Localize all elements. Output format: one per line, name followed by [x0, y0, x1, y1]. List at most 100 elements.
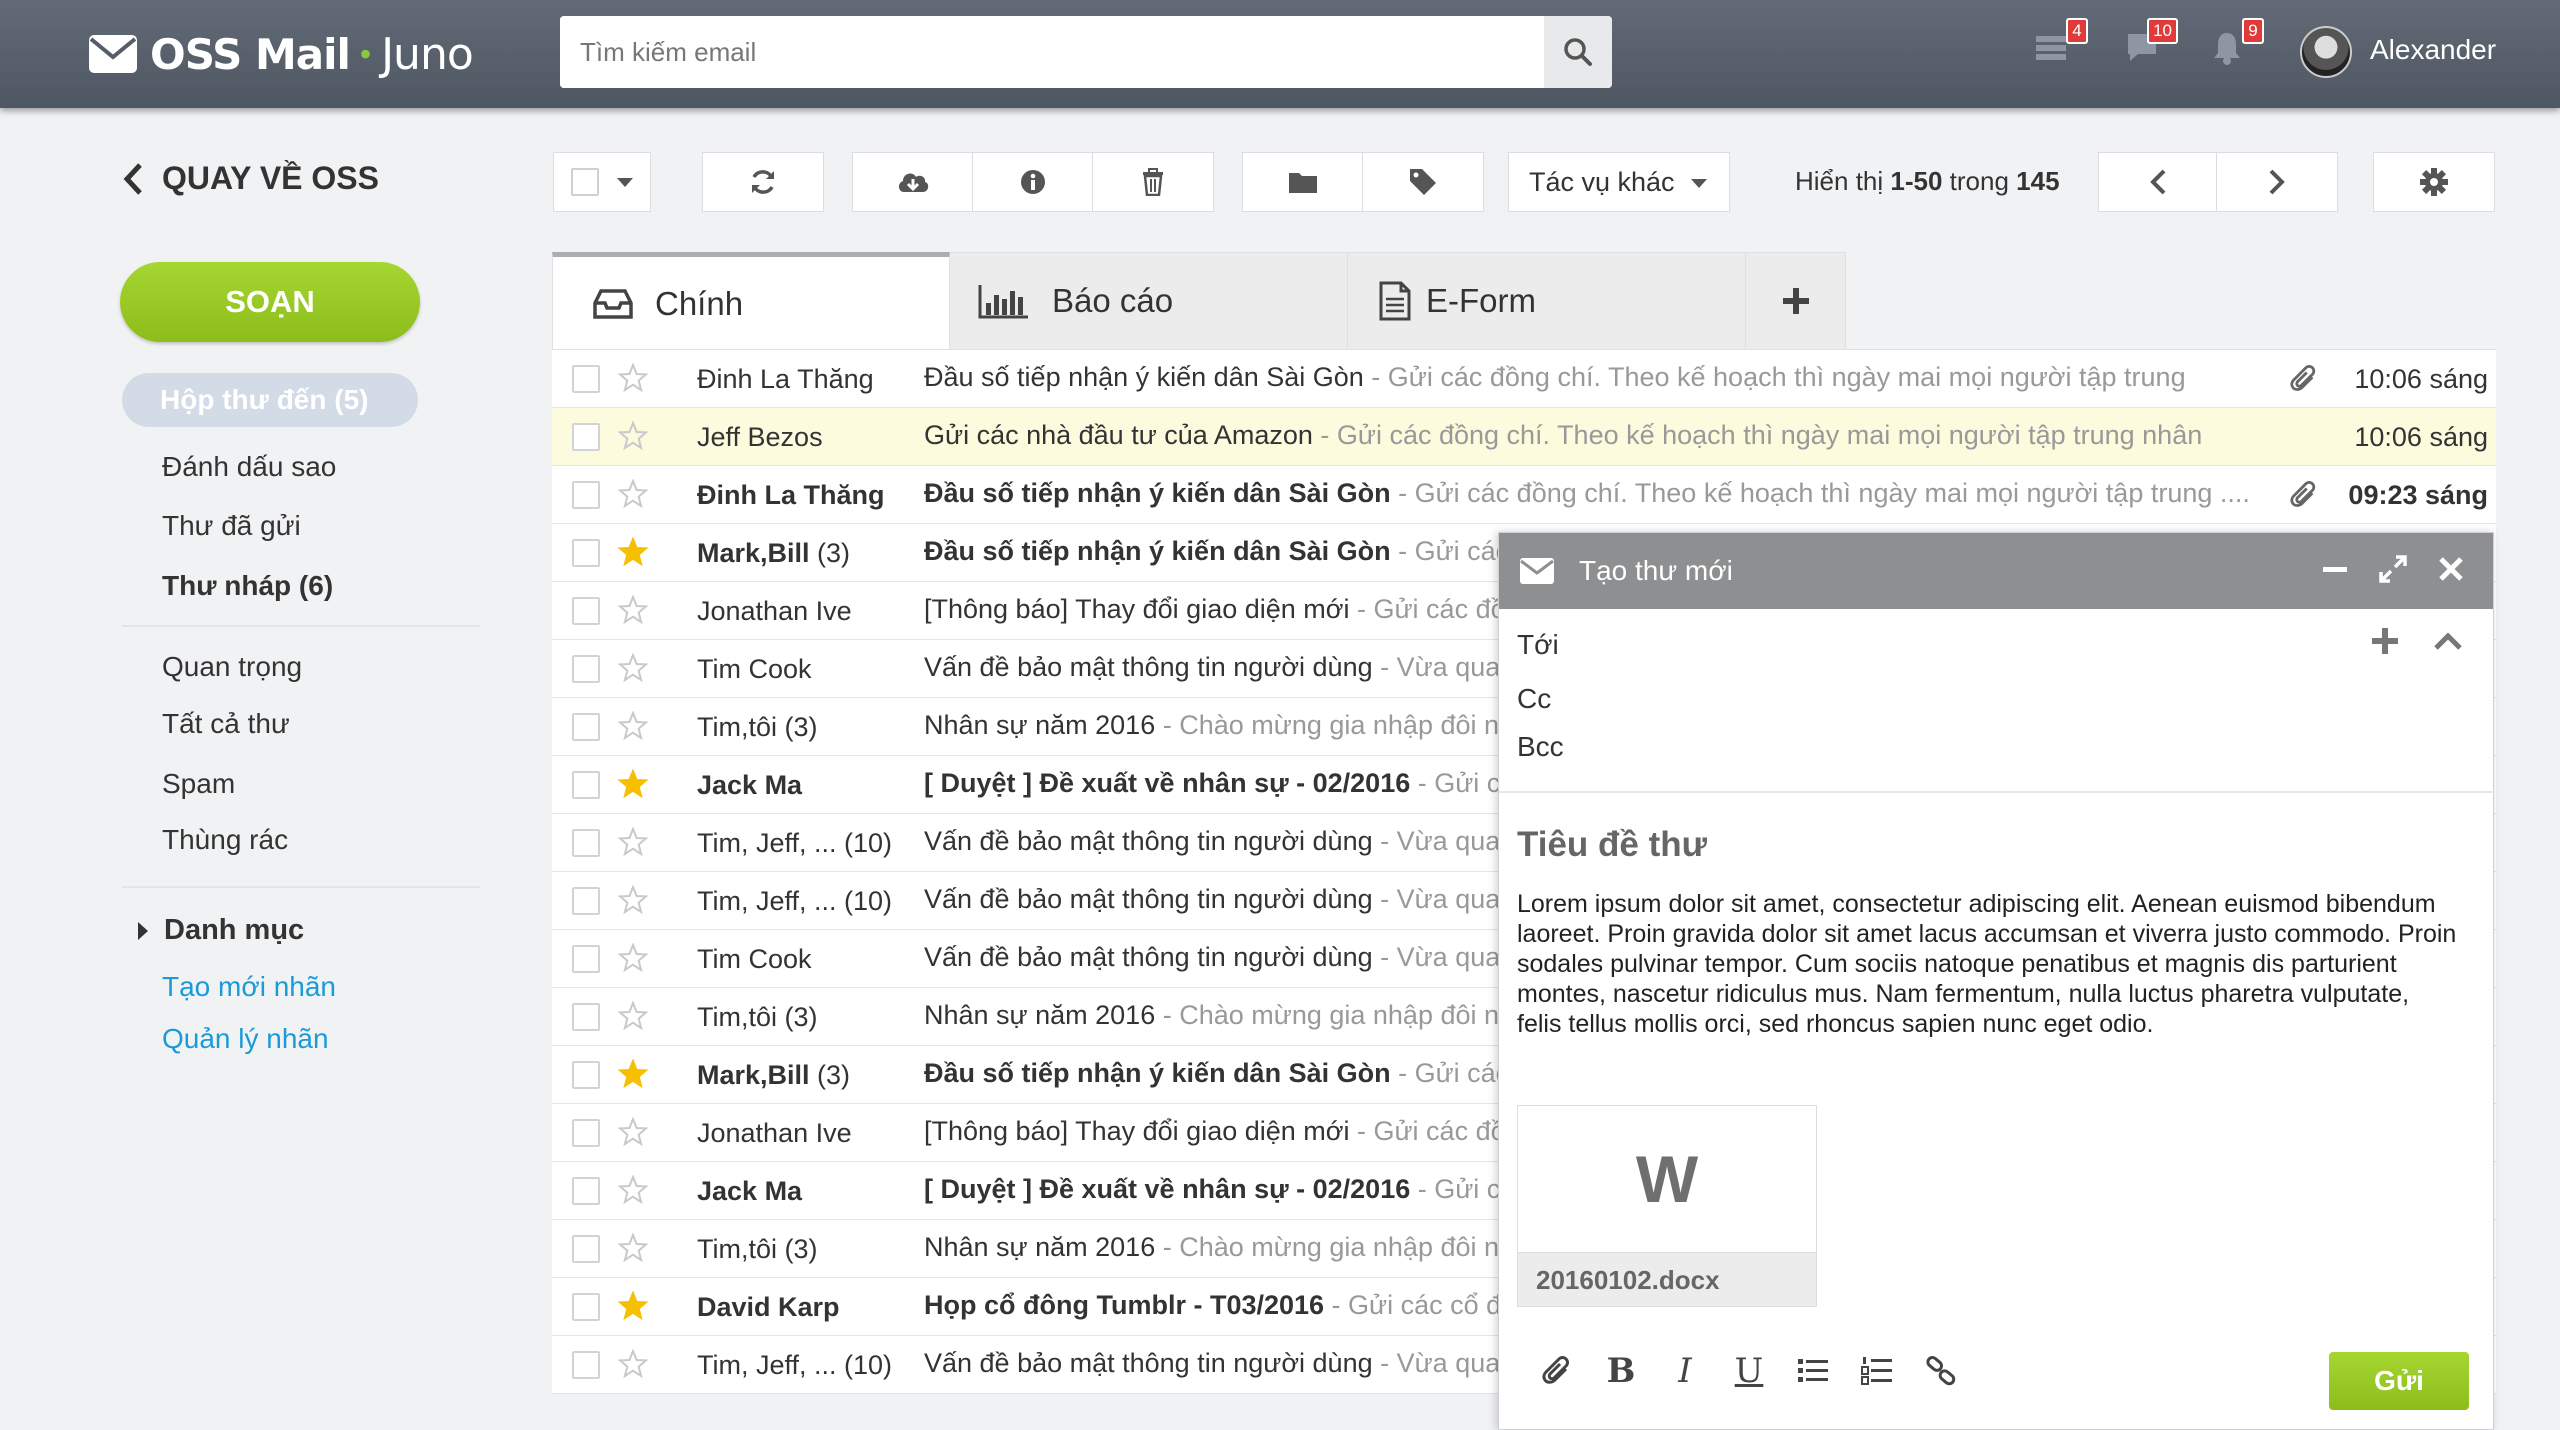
star-icon[interactable] [618, 943, 648, 973]
sidebar-item-inbox[interactable]: Hộp thư đến (5) [122, 373, 418, 427]
sidebar-item-trash[interactable]: Thùng rác [162, 824, 288, 856]
row-checkbox[interactable] [572, 539, 600, 567]
create-label-link[interactable]: Tạo mới nhãn [162, 971, 336, 1003]
numbered-list-icon [1861, 1357, 1892, 1385]
expand-icon[interactable] [2379, 555, 2407, 583]
settings-button[interactable] [2373, 152, 2495, 212]
cc-field[interactable]: Cc [1517, 683, 1551, 715]
back-to-oss-link[interactable]: QUAY VỀ OSS [122, 160, 379, 197]
email-row[interactable]: Đinh La Thăng Đầu số tiếp nhận ý kiến dâ… [552, 350, 2496, 408]
star-filled-icon[interactable] [618, 769, 648, 799]
row-checkbox[interactable] [572, 1061, 600, 1089]
numbered-list-button[interactable] [1845, 1343, 1909, 1399]
select-all-checkbox[interactable] [571, 168, 599, 196]
notifications-button[interactable]: 9 [2210, 18, 2264, 74]
star-icon[interactable] [618, 1001, 648, 1031]
chevron-up-icon[interactable] [2433, 631, 2463, 651]
bold-button[interactable]: B [1589, 1343, 1653, 1399]
star-icon[interactable] [618, 827, 648, 857]
underline-button[interactable]: U [1717, 1343, 1781, 1399]
message-body[interactable]: Lorem ipsum dolor sit amet, consectetur … [1517, 889, 2457, 1039]
to-field[interactable]: Tới [1517, 629, 1559, 661]
minimize-icon[interactable] [2321, 555, 2349, 583]
app-logo[interactable]: OSS Mail • Juno [88, 26, 474, 82]
categories-toggle[interactable]: Danh mục [138, 914, 304, 947]
tasks-button[interactable]: 4 [2034, 18, 2088, 74]
row-checkbox[interactable] [572, 771, 600, 799]
close-icon[interactable] [2437, 555, 2465, 583]
row-checkbox[interactable] [572, 1351, 600, 1379]
more-actions-dropdown[interactable]: Tác vụ khác [1508, 152, 1730, 212]
info-button[interactable] [973, 153, 1093, 211]
star-icon[interactable] [618, 479, 648, 509]
row-checkbox[interactable] [572, 597, 600, 625]
tab-reports[interactable]: Báo cáo [950, 252, 1348, 350]
send-button[interactable]: Gửi [2329, 1352, 2469, 1410]
add-tab-button[interactable] [1746, 252, 1846, 350]
refresh-button[interactable] [702, 152, 824, 212]
messages-button[interactable]: 10 [2124, 18, 2178, 74]
select-all-control[interactable] [554, 153, 650, 211]
row-checkbox[interactable] [572, 713, 600, 741]
row-checkbox[interactable] [572, 945, 600, 973]
label-button[interactable] [1363, 153, 1483, 211]
star-icon[interactable] [618, 885, 648, 915]
sidebar-item-all-mail[interactable]: Tất cả thư [162, 708, 290, 740]
avatar[interactable] [2300, 26, 2352, 78]
attach-button[interactable] [1525, 1343, 1589, 1399]
row-checkbox[interactable] [572, 481, 600, 509]
compose-button[interactable]: SOẠN [120, 262, 420, 342]
star-filled-icon[interactable] [618, 537, 648, 567]
move-to-folder-button[interactable] [1243, 153, 1363, 211]
download-button[interactable] [853, 153, 973, 211]
email-row[interactable]: Jeff Bezos Gửi các nhà đầu tư của Amazon… [552, 408, 2496, 466]
star-icon[interactable] [618, 1117, 648, 1147]
sidebar-item-important[interactable]: Quan trọng [162, 651, 302, 683]
bcc-field[interactable]: Bcc [1517, 731, 1564, 763]
star-icon[interactable] [618, 595, 648, 625]
email-row[interactable]: Đinh La Thăng Đầu số tiếp nhận ý kiến dâ… [552, 466, 2496, 524]
star-icon[interactable] [618, 1175, 648, 1205]
tab-main[interactable]: Chính [552, 252, 950, 350]
add-recipient-icon[interactable] [2371, 627, 2399, 655]
row-checkbox[interactable] [572, 365, 600, 393]
next-page-button[interactable] [2217, 153, 2337, 211]
star-filled-icon[interactable] [618, 1291, 648, 1321]
user-name[interactable]: Alexander [2370, 34, 2496, 66]
thread-count: (10) [836, 828, 893, 858]
star-filled-icon[interactable] [618, 1059, 648, 1089]
star-icon[interactable] [618, 711, 648, 741]
sidebar-item-sent[interactable]: Thư đã gửi [162, 510, 301, 542]
row-checkbox[interactable] [572, 1119, 600, 1147]
star-icon[interactable] [618, 653, 648, 683]
row-checkbox[interactable] [572, 829, 600, 857]
row-checkbox[interactable] [572, 887, 600, 915]
row-checkbox[interactable] [572, 1235, 600, 1263]
search-button[interactable] [1544, 16, 1612, 88]
star-icon[interactable] [618, 421, 648, 451]
select-all-dropdown[interactable] [553, 152, 651, 212]
link-button[interactable] [1909, 1343, 1973, 1399]
row-checkbox[interactable] [572, 1177, 600, 1205]
manage-labels-link[interactable]: Quản lý nhãn [162, 1023, 329, 1055]
sidebar-item-drafts[interactable]: Thư nháp (6) [162, 570, 333, 602]
sidebar-item-spam[interactable]: Spam [162, 768, 235, 800]
prev-page-button[interactable] [2099, 153, 2217, 211]
plus-icon [1782, 288, 1809, 314]
row-checkbox[interactable] [572, 423, 600, 451]
star-icon[interactable] [618, 1349, 648, 1379]
row-checkbox[interactable] [572, 1293, 600, 1321]
subject-field[interactable]: Tiêu đề thư [1517, 825, 1707, 865]
row-checkbox[interactable] [572, 1003, 600, 1031]
tab-eform[interactable]: E-Form [1348, 252, 1746, 350]
star-icon[interactable] [618, 1233, 648, 1263]
row-checkbox[interactable] [572, 655, 600, 683]
search-input[interactable] [560, 16, 1544, 88]
star-icon[interactable] [618, 363, 648, 393]
bullet-list-button[interactable] [1781, 1343, 1845, 1399]
delete-button[interactable] [1093, 153, 1213, 211]
attachment-card[interactable]: W 20160102.docx [1517, 1105, 1817, 1307]
email-subject: [Thông báo] Thay đổi giao diện mới - Gửi… [924, 594, 1506, 625]
italic-button[interactable]: I [1653, 1343, 1717, 1399]
sidebar-item-starred[interactable]: Đánh dấu sao [162, 451, 336, 483]
